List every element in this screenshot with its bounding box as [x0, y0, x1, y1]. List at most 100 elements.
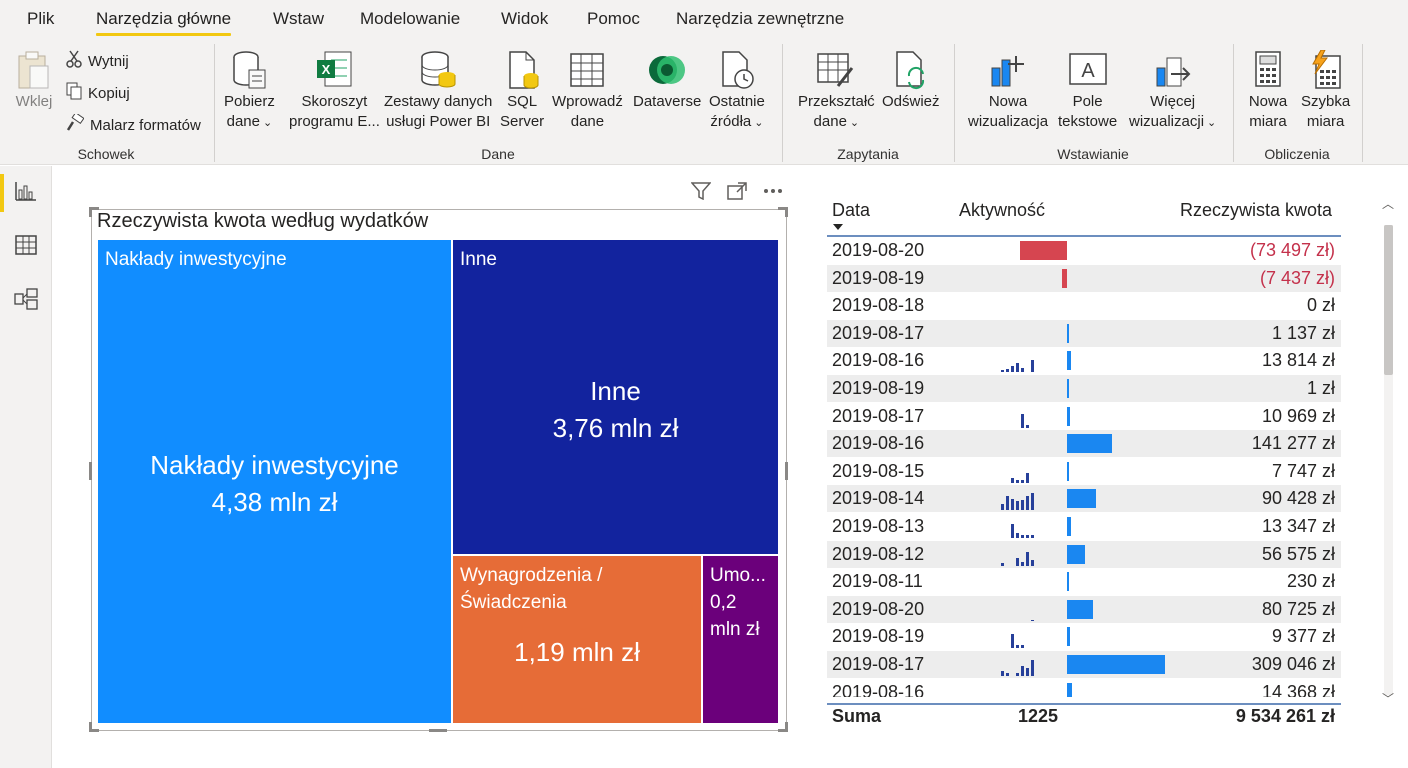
table-row[interactable]: 2019-08-20 (73 497 zł) [827, 237, 1341, 264]
data-bar [1067, 599, 1093, 619]
table-row[interactable]: 2019-08-17 309 046 zł [827, 651, 1341, 678]
sparkline-bar [1021, 479, 1024, 483]
more-visuals-icon [1153, 48, 1193, 92]
new-visual-button[interactable]: Nowa wizualizacja [968, 48, 1048, 132]
table-row[interactable]: 2019-08-14 90 428 zł [827, 485, 1341, 513]
data-bar [1067, 406, 1071, 426]
cell-date: 2019-08-17 [832, 405, 925, 426]
table-row[interactable]: 2019-08-19 9 377 zł [827, 623, 1341, 650]
report-view-button[interactable] [0, 170, 52, 216]
data-bar [1067, 544, 1085, 564]
get-data-button[interactable]: Pobierz dane ⌄ [224, 48, 275, 133]
table-row[interactable]: 2019-08-16 13 814 zł [827, 347, 1341, 374]
resize-handle[interactable] [89, 462, 92, 480]
resize-handle[interactable] [785, 462, 788, 480]
recent-sources-button[interactable]: Ostatnie źródła ⌄ [709, 48, 765, 133]
resize-handle[interactable] [89, 722, 92, 732]
data-view-button[interactable] [0, 224, 52, 270]
tab-home[interactable]: Narzędzia główne [96, 9, 232, 36]
dataverse-button[interactable]: Dataverse [633, 48, 701, 112]
total-amount: 9 534 261 zł [1235, 706, 1335, 726]
cell-date: 2019-08-20 [832, 240, 925, 260]
activity-sparkline [997, 623, 1061, 650]
treemap-tile-other[interactable]: Inne Inne 3,76 mln zł [453, 240, 778, 554]
table-row[interactable]: 2019-08-15 7 747 zł [827, 458, 1341, 485]
quick-measure-button[interactable]: Szybka miara [1301, 48, 1350, 132]
sparkline-bar [1016, 501, 1019, 511]
scrollbar-thumb[interactable] [1384, 225, 1393, 375]
sparkline-bar [1001, 671, 1004, 676]
data-bar [1067, 517, 1072, 536]
treemap-tile-capex[interactable]: Nakłady inwestycyjne Nakłady inwestycyjn… [98, 240, 451, 723]
table-row[interactable]: 2019-08-13 13 347 zł [827, 513, 1341, 540]
treemap-tile-salaries[interactable]: Wynagrodzenia / Świadczenia 1,19 mln zł [453, 556, 701, 723]
cell-date: 2019-08-15 [832, 460, 925, 481]
copy-button[interactable]: Kopiuj [66, 82, 130, 104]
cell-amount: 0 zł [1306, 295, 1335, 316]
table-scrollbar[interactable]: ︿ ﹀ [1381, 195, 1395, 715]
table-row[interactable]: 2019-08-17 1 137 zł [827, 319, 1341, 347]
tab-insert[interactable]: Wstaw [273, 9, 324, 29]
cell-date: 2019-08-16 [832, 681, 925, 697]
tab-file[interactable]: Plik [27, 9, 54, 29]
sparkline-bar [1021, 535, 1024, 538]
format-painter-button[interactable]: Malarz formatów [66, 111, 201, 136]
group-label-queries: Zapytania [837, 146, 899, 162]
activity-sparkline [997, 403, 1061, 430]
sparkline-bar [1031, 660, 1034, 676]
sparkline-bar [1011, 477, 1014, 483]
cell-date: 2019-08-11 [832, 571, 923, 592]
table-row[interactable]: 2019-08-16 141 277 zł [827, 430, 1341, 458]
table-row[interactable]: 2019-08-19 1 zł [827, 375, 1341, 402]
enter-data-button[interactable]: Wprowadź dane [552, 48, 623, 132]
column-header-date[interactable]: Data [832, 200, 870, 221]
excel-workbook-button[interactable]: X Skoroszyt programu E... [289, 48, 380, 132]
table-row[interactable]: 2019-08-12 56 575 zł [827, 540, 1341, 568]
tab-modeling[interactable]: Modelowanie [360, 9, 460, 29]
tile-value: 3,76 mln zł [552, 413, 679, 443]
more-options-icon[interactable] [762, 180, 784, 202]
powerbi-datasets-button[interactable]: Zestawy danych usługi Power BI [384, 48, 492, 132]
column-header-amount[interactable]: Rzeczywista kwota [1180, 200, 1332, 221]
cell-amount: 56 575 zł [1261, 543, 1335, 564]
cell-amount: 230 zł [1286, 571, 1335, 592]
table-row[interactable]: 2019-08-11 230 zł [827, 568, 1341, 595]
cell-date: 2019-08-19 [832, 267, 925, 288]
chevron-down-icon: ⌄ [754, 117, 764, 129]
text-box-button[interactable]: A Pole tekstowe [1058, 48, 1117, 132]
table-row[interactable]: 2019-08-19 (7 437 zł) [827, 264, 1341, 292]
resize-handle[interactable] [429, 729, 447, 732]
paste-button[interactable]: Wklej [14, 48, 54, 112]
table-row[interactable]: 2019-08-20 80 725 zł [827, 595, 1341, 623]
focus-mode-icon[interactable] [726, 180, 748, 202]
sparkline-bar [1031, 535, 1034, 538]
table-icon [567, 48, 607, 92]
cell-amount: 141 277 zł [1251, 433, 1335, 454]
new-measure-button[interactable]: Nowa miara [1248, 48, 1288, 132]
table-row[interactable]: 2019-08-16 14 368 zł [827, 679, 1341, 697]
refresh-button[interactable]: Odśwież [882, 48, 940, 112]
cell-amount: 7 747 zł [1271, 460, 1335, 481]
table-row[interactable]: 2019-08-17 10 969 zł [827, 403, 1341, 430]
table-row[interactable]: 2019-08-18 0 zł [827, 292, 1341, 319]
scroll-down-icon[interactable]: ﹀ [1381, 690, 1395, 707]
resize-handle[interactable] [89, 207, 92, 217]
cut-button[interactable]: Wytnij [66, 50, 129, 72]
tab-external-tools[interactable]: Narzędzia zewnętrzne [676, 9, 844, 29]
sql-server-button[interactable]: SQL Server [500, 48, 544, 132]
cell-date: 2019-08-12 [832, 543, 925, 564]
model-view-button[interactable] [0, 278, 52, 324]
total-label: Suma [832, 706, 882, 726]
transform-data-button[interactable]: Przekształć dane ⌄ [798, 48, 875, 133]
filter-icon[interactable] [690, 180, 712, 202]
column-header-activity[interactable]: Aktywność [959, 200, 1045, 221]
tab-help[interactable]: Pomoc [587, 9, 640, 29]
resize-handle[interactable] [785, 722, 788, 732]
more-visuals-button[interactable]: Więcej wizualizacji ⌄ [1129, 48, 1216, 133]
activity-sparkline [997, 541, 1061, 568]
cell-amount: 13 814 zł [1261, 350, 1335, 371]
tab-view[interactable]: Widok [501, 9, 548, 29]
treemap-tile-contracts[interactable]: Umo... 0,2 mln zł [703, 556, 778, 723]
resize-handle[interactable] [785, 207, 788, 217]
scroll-up-icon[interactable]: ︿ [1381, 195, 1395, 212]
